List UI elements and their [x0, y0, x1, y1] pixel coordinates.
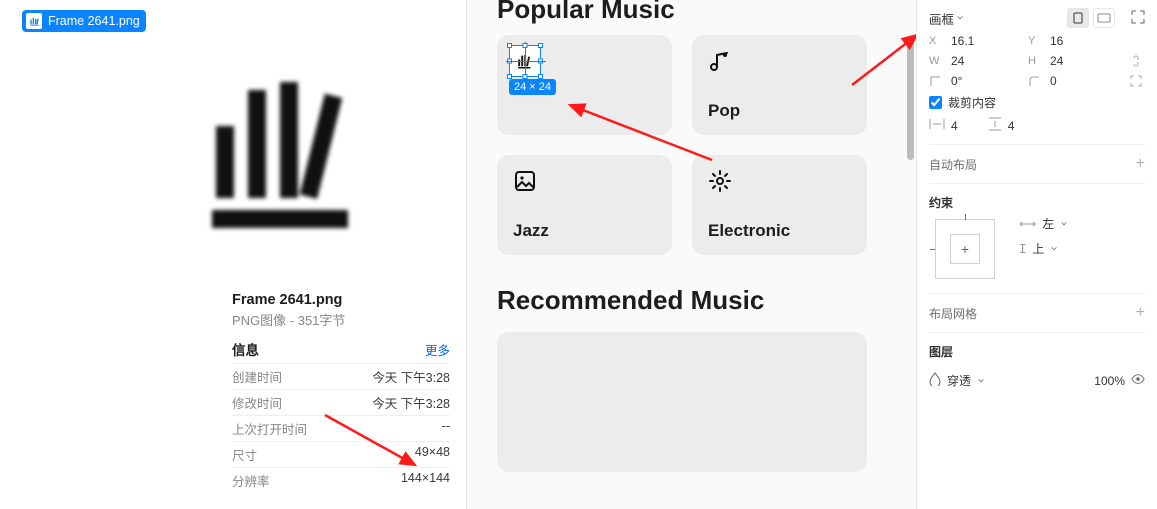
meta-val: 144×144 [401, 471, 450, 490]
w-label: W [929, 55, 941, 67]
sun-icon [708, 169, 732, 193]
image-icon [513, 169, 537, 193]
meta-val: 今天 下午3:28 [372, 393, 450, 412]
category-card-jazz[interactable]: Jazz [497, 155, 672, 255]
file-chip-label: Frame 2641.png [48, 14, 140, 28]
file-chip[interactable]: Frame 2641.png [22, 10, 146, 32]
w-input[interactable]: 24 [951, 54, 1018, 68]
category-card-pop[interactable]: Pop [692, 35, 867, 135]
independent-corners-icon[interactable] [1127, 75, 1145, 87]
padding-h-input[interactable]: 4 [951, 119, 958, 133]
opacity-input[interactable]: 100% [1094, 374, 1125, 388]
chevron-down-icon [1060, 220, 1068, 228]
music-note-icon [708, 49, 732, 73]
more-link[interactable]: 更多 [425, 340, 450, 359]
heading-popular: Popular Music [497, 0, 916, 25]
meta-val: -- [442, 419, 450, 438]
card-label: Jazz [513, 221, 656, 241]
card-label: Electronic [708, 221, 851, 241]
category-card[interactable]: 24 × 24 [497, 35, 672, 135]
file-name: Frame 2641.png [232, 292, 450, 308]
add-layout-grid-button[interactable]: + [1136, 304, 1145, 322]
x-input[interactable]: 16.1 [951, 34, 1018, 48]
heading-recommended: Recommended Music [497, 285, 916, 316]
padding-vertical-icon [988, 117, 1002, 134]
chevron-down-icon [1050, 245, 1058, 253]
h-input[interactable]: 24 [1050, 54, 1117, 68]
recommended-card[interactable] [497, 332, 867, 472]
library-icon [26, 13, 42, 29]
clip-content-checkbox[interactable] [929, 96, 942, 109]
blend-mode-icon [929, 372, 941, 389]
visibility-toggle[interactable] [1131, 372, 1145, 389]
selection-box[interactable] [509, 45, 541, 77]
meta-val: 49×48 [415, 445, 450, 464]
frame-type-label: 画框 [929, 9, 954, 28]
finder-panel: Frame 2641.png Frame 2641.png PNG图像 - 35… [0, 0, 467, 509]
file-type: PNG图像 - 351字节 [232, 310, 450, 329]
selection-size-badge: 24 × 24 [509, 79, 556, 95]
meta-key: 分辨率 [232, 471, 270, 490]
corner-input[interactable]: 0 [1050, 74, 1117, 88]
card-label: Pop [708, 101, 851, 121]
h-label: H [1028, 55, 1040, 67]
y-label: Y [1028, 35, 1040, 47]
constraint-h-dropdown[interactable]: ⟷ 左 [1019, 215, 1068, 232]
vertical-icon: I [1019, 242, 1026, 256]
scrollbar[interactable] [907, 40, 914, 160]
clip-content-label: 裁剪内容 [948, 94, 996, 111]
y-input[interactable]: 16 [1050, 34, 1117, 48]
auto-layout-label: 自动布局 [929, 156, 977, 173]
rotation-icon [929, 76, 941, 87]
library-icon [516, 52, 534, 70]
constraints-title: 约束 [929, 183, 1145, 215]
resize-landscape-button[interactable] [1093, 8, 1115, 28]
link-wh-icon[interactable] [1127, 54, 1145, 68]
add-auto-layout-button[interactable]: + [1136, 155, 1145, 173]
layout-grid-label: 布局网格 [929, 305, 977, 322]
meta-key: 上次打开时间 [232, 419, 307, 438]
padding-v-input[interactable]: 4 [1008, 119, 1015, 133]
info-header: 信息 [232, 339, 259, 359]
padding-horizontal-icon [929, 118, 945, 133]
file-preview [0, 0, 466, 292]
category-card-electronic[interactable]: Electronic [692, 155, 867, 255]
corner-radius-icon [1028, 76, 1040, 87]
fit-icon[interactable] [1131, 10, 1145, 27]
horizontal-icon: ⟷ [1019, 217, 1036, 231]
layer-title: 图层 [929, 332, 1145, 364]
resize-portrait-button[interactable] [1067, 8, 1089, 28]
x-label: X [929, 35, 941, 47]
chevron-down-icon [956, 14, 964, 22]
design-canvas[interactable]: Popular Music 24 × 24 Pop [467, 0, 917, 509]
blend-mode-dropdown[interactable]: 穿透 [929, 372, 985, 389]
chevron-down-icon [977, 377, 985, 385]
rotation-input[interactable]: 0° [951, 74, 1018, 88]
meta-key: 修改时间 [232, 393, 282, 412]
meta-key: 创建时间 [232, 367, 282, 386]
constraints-widget[interactable]: + [935, 219, 995, 279]
constraint-v-dropdown[interactable]: I 上 [1019, 240, 1068, 257]
inspector-panel: 画框 X 16.1 Y 16 W 24 H 24 0° 0 [917, 0, 1157, 509]
library-icon [188, 46, 388, 246]
meta-val: 今天 下午3:28 [372, 367, 450, 386]
frame-type-dropdown[interactable]: 画框 [929, 9, 964, 28]
meta-key: 尺寸 [232, 445, 257, 464]
